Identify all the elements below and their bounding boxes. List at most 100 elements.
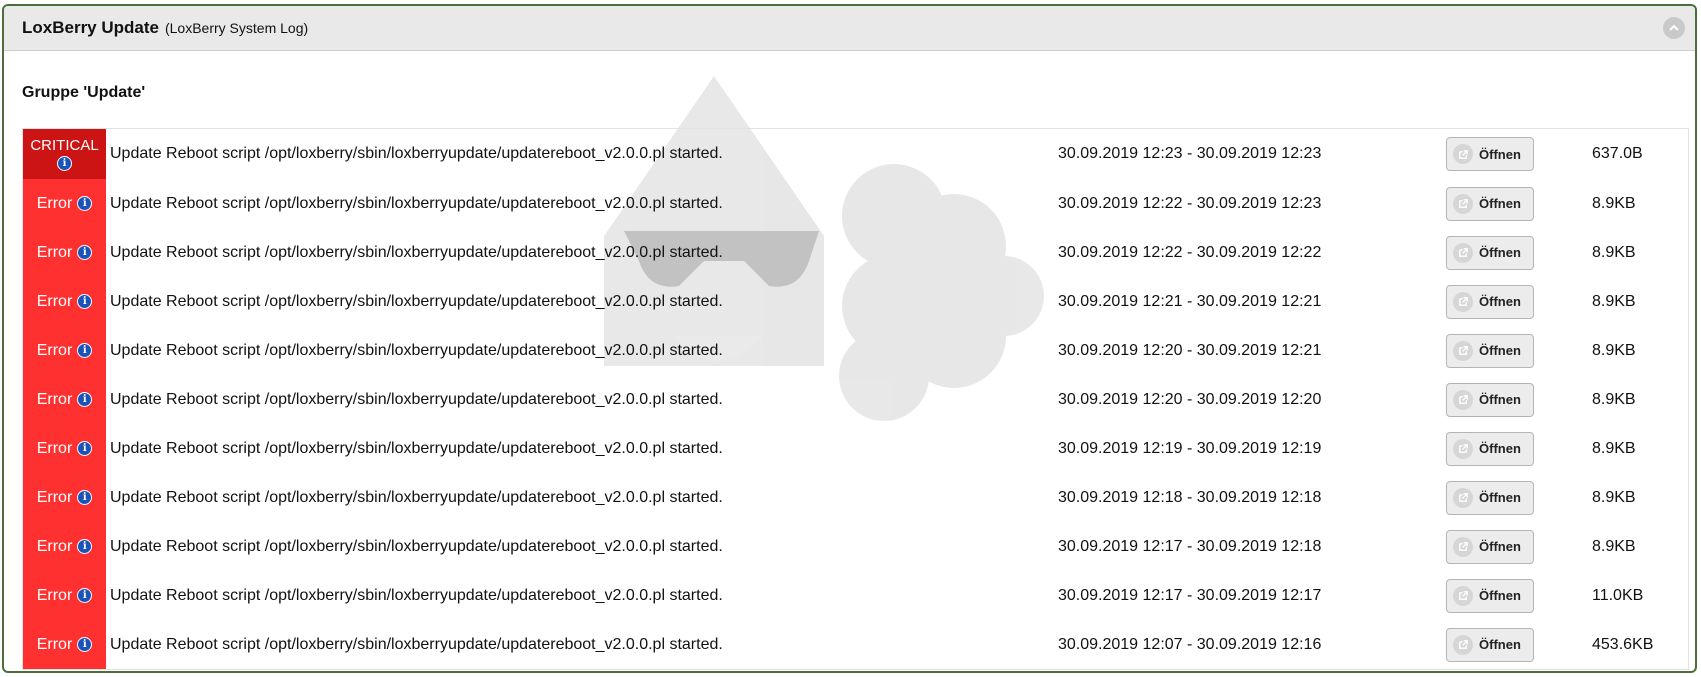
log-row: Error i Update Reboot script /opt/loxber… (23, 277, 1688, 326)
level-badge: Error i (23, 620, 106, 669)
info-icon[interactable]: i (77, 588, 93, 603)
level-badge: Error i (23, 179, 106, 228)
level-badge: Error i (23, 228, 106, 277)
level-label: Error (36, 586, 73, 604)
level-badge: Error i (23, 571, 106, 620)
log-timerange: 30.09.2019 12:17 - 30.09.2019 12:17 (1058, 586, 1322, 604)
group-title: Gruppe 'Update' (22, 84, 146, 101)
level-badge: Error i (23, 424, 106, 473)
open-log-button[interactable]: Öffnen (1446, 431, 1534, 466)
external-link-icon (1453, 487, 1473, 508)
open-log-button[interactable]: Öffnen (1446, 235, 1534, 270)
log-message: Update Reboot script /opt/loxberry/sbin/… (110, 390, 723, 408)
log-row: Error i Update Reboot script /opt/loxber… (23, 620, 1688, 669)
log-message: Update Reboot script /opt/loxberry/sbin/… (110, 292, 723, 310)
log-size: 11.0KB (1592, 586, 1644, 604)
open-log-button[interactable]: Öffnen (1446, 333, 1534, 368)
log-row: Error i Update Reboot script /opt/loxber… (23, 228, 1688, 277)
info-icon[interactable]: i (77, 441, 93, 456)
open-log-button[interactable]: Öffnen (1446, 480, 1534, 515)
level-label: Error (36, 292, 73, 310)
info-icon[interactable]: i (57, 156, 72, 171)
info-icon[interactable]: i (77, 490, 93, 505)
info-icon[interactable]: i (77, 637, 93, 652)
log-timerange: 30.09.2019 12:17 - 30.09.2019 12:18 (1058, 537, 1322, 555)
open-log-button[interactable]: Öffnen (1446, 578, 1534, 613)
collapse-button[interactable] (1663, 17, 1685, 39)
log-message: Update Reboot script /opt/loxberry/sbin/… (110, 586, 723, 604)
info-icon[interactable]: i (77, 196, 93, 211)
external-link-icon (1453, 438, 1473, 459)
external-link-icon (1453, 585, 1473, 606)
level-label: Error (36, 439, 73, 457)
log-message: Update Reboot script /opt/loxberry/sbin/… (110, 488, 723, 506)
external-link-icon (1453, 193, 1473, 214)
log-message: Update Reboot script /opt/loxberry/sbin/… (110, 194, 723, 212)
log-size: 8.9KB (1592, 488, 1636, 506)
open-label: Öffnen (1479, 441, 1521, 456)
open-log-button[interactable]: Öffnen (1446, 137, 1534, 171)
log-table: CRITICAL i Update Reboot script /opt/lox… (22, 128, 1689, 670)
log-timerange: 30.09.2019 12:07 - 30.09.2019 12:16 (1058, 635, 1322, 653)
open-label: Öffnen (1479, 294, 1521, 309)
info-icon[interactable]: i (77, 392, 93, 407)
log-message: Update Reboot script /opt/loxberry/sbin/… (110, 635, 723, 653)
log-size: 453.6KB (1592, 635, 1654, 653)
level-label: CRITICAL (30, 137, 99, 154)
open-log-button[interactable]: Öffnen (1446, 529, 1534, 564)
log-timerange: 30.09.2019 12:19 - 30.09.2019 12:19 (1058, 439, 1322, 457)
info-icon[interactable]: i (77, 294, 93, 309)
log-timerange: 30.09.2019 12:22 - 30.09.2019 12:23 (1058, 194, 1322, 212)
log-timerange: 30.09.2019 12:20 - 30.09.2019 12:21 (1058, 341, 1322, 359)
open-label: Öffnen (1479, 588, 1521, 603)
log-size: 8.9KB (1592, 341, 1636, 359)
panel-header[interactable]: LoxBerry Update (LoxBerry System Log) (4, 6, 1695, 51)
log-size: 8.9KB (1592, 243, 1636, 261)
log-size: 8.9KB (1592, 194, 1636, 212)
external-link-icon (1453, 144, 1473, 164)
log-row: Error i Update Reboot script /opt/loxber… (23, 473, 1688, 522)
open-label: Öffnen (1479, 343, 1521, 358)
level-label: Error (36, 635, 73, 653)
open-log-button[interactable]: Öffnen (1446, 382, 1534, 417)
log-size: 8.9KB (1592, 292, 1636, 310)
log-row: Error i Update Reboot script /opt/loxber… (23, 326, 1688, 375)
log-timerange: 30.09.2019 12:21 - 30.09.2019 12:21 (1058, 292, 1322, 310)
open-log-button[interactable]: Öffnen (1446, 284, 1534, 319)
log-message: Update Reboot script /opt/loxberry/sbin/… (110, 145, 723, 162)
open-label: Öffnen (1479, 392, 1521, 407)
chevron-up-icon (1669, 24, 1679, 31)
log-timerange: 30.09.2019 12:18 - 30.09.2019 12:18 (1058, 488, 1322, 506)
info-icon[interactable]: i (77, 343, 93, 358)
open-log-button[interactable]: Öffnen (1446, 627, 1534, 662)
level-badge: CRITICAL i (23, 129, 106, 179)
level-label: Error (36, 243, 73, 261)
level-badge: Error i (23, 375, 106, 424)
level-badge: Error i (23, 326, 106, 375)
level-badge: Error i (23, 277, 106, 326)
panel-subtitle: (LoxBerry System Log) (164, 20, 309, 36)
external-link-icon (1453, 340, 1473, 361)
level-label: Error (36, 537, 73, 555)
open-label: Öffnen (1479, 637, 1521, 652)
level-badge: Error i (23, 473, 106, 522)
log-row: Error i Update Reboot script /opt/loxber… (23, 179, 1688, 228)
external-link-icon (1453, 242, 1473, 263)
log-size: 8.9KB (1592, 390, 1636, 408)
panel-title: LoxBerry Update (22, 18, 159, 37)
level-label: Error (36, 341, 73, 359)
info-icon[interactable]: i (77, 539, 93, 554)
log-row: CRITICAL i Update Reboot script /opt/lox… (23, 129, 1688, 179)
log-timerange: 30.09.2019 12:22 - 30.09.2019 12:22 (1058, 243, 1322, 261)
info-icon[interactable]: i (77, 245, 93, 260)
log-size: 637.0B (1592, 145, 1643, 162)
open-label: Öffnen (1479, 539, 1521, 554)
log-row: Error i Update Reboot script /opt/loxber… (23, 522, 1688, 571)
open-log-button[interactable]: Öffnen (1446, 186, 1534, 221)
log-message: Update Reboot script /opt/loxberry/sbin/… (110, 243, 723, 261)
open-label: Öffnen (1479, 490, 1521, 505)
open-label: Öffnen (1479, 146, 1521, 162)
external-link-icon (1453, 536, 1473, 557)
log-size: 8.9KB (1592, 439, 1636, 457)
log-message: Update Reboot script /opt/loxberry/sbin/… (110, 341, 723, 359)
